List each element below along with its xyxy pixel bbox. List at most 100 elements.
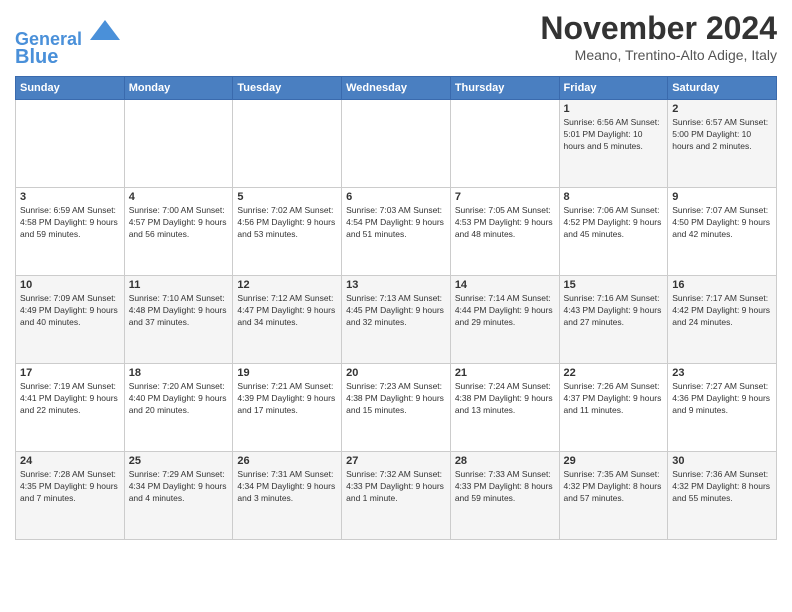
day-number: 28 <box>455 455 555 467</box>
day-number: 21 <box>455 367 555 379</box>
day-number: 25 <box>129 455 229 467</box>
day-info: Sunrise: 7:29 AM Sunset: 4:34 PM Dayligh… <box>129 469 229 505</box>
day-number: 16 <box>672 279 772 291</box>
day-cell: 17 Sunrise: 7:19 AM Sunset: 4:41 PM Dayli… <box>16 363 125 451</box>
day-cell <box>342 99 451 187</box>
logo: General Blue <box>15 15 120 68</box>
day-cell: 25 Sunrise: 7:29 AM Sunset: 4:34 PM Dayli… <box>124 451 233 539</box>
day-cell: 24Sunrise: 7:28 AM Sunset: 4:35 PM Dayli… <box>16 451 125 539</box>
day-cell: 16 Sunrise: 7:17 AM Sunset: 4:42 PM Dayli… <box>668 275 777 363</box>
page: General Blue November 2024 Meano, Trenti… <box>0 0 792 612</box>
calendar-header-row: SundayMondayTuesdayWednesdayThursdayFrid… <box>16 76 777 99</box>
day-info: Sunrise: 7:07 AM Sunset: 4:50 PM Dayligh… <box>672 205 772 241</box>
day-cell: 5 Sunrise: 7:02 AM Sunset: 4:56 PM Daylig… <box>233 187 342 275</box>
day-info: Sunrise: 6:57 AM Sunset: 5:00 PM Dayligh… <box>672 117 772 153</box>
day-info: Sunrise: 7:26 AM Sunset: 4:37 PM Dayligh… <box>564 381 664 417</box>
month-title: November 2024 <box>540 10 777 47</box>
day-info: Sunrise: 6:59 AM Sunset: 4:58 PM Dayligh… <box>20 205 120 241</box>
day-number: 20 <box>346 367 446 379</box>
day-info: Sunrise: 7:27 AM Sunset: 4:36 PM Dayligh… <box>672 381 772 417</box>
day-number: 10 <box>20 279 120 291</box>
day-cell: 22 Sunrise: 7:26 AM Sunset: 4:37 PM Dayli… <box>559 363 668 451</box>
col-header-saturday: Saturday <box>668 76 777 99</box>
day-info: Sunrise: 7:16 AM Sunset: 4:43 PM Dayligh… <box>564 293 664 329</box>
day-info: Sunrise: 7:19 AM Sunset: 4:41 PM Dayligh… <box>20 381 120 417</box>
calendar: SundayMondayTuesdayWednesdayThursdayFrid… <box>15 76 777 540</box>
day-cell: 27 Sunrise: 7:32 AM Sunset: 4:33 PM Dayli… <box>342 451 451 539</box>
day-cell: 9 Sunrise: 7:07 AM Sunset: 4:50 PM Daylig… <box>668 187 777 275</box>
day-info: Sunrise: 7:33 AM Sunset: 4:33 PM Dayligh… <box>455 469 555 505</box>
day-info: Sunrise: 7:00 AM Sunset: 4:57 PM Dayligh… <box>129 205 229 241</box>
day-number: 12 <box>237 279 337 291</box>
day-cell <box>450 99 559 187</box>
day-info: Sunrise: 7:02 AM Sunset: 4:56 PM Dayligh… <box>237 205 337 241</box>
day-cell: 30 Sunrise: 7:36 AM Sunset: 4:32 PM Dayli… <box>668 451 777 539</box>
day-number: 26 <box>237 455 337 467</box>
day-number: 2 <box>672 103 772 115</box>
day-info: Sunrise: 7:06 AM Sunset: 4:52 PM Dayligh… <box>564 205 664 241</box>
day-number: 9 <box>672 191 772 203</box>
location: Meano, Trentino-Alto Adige, Italy <box>540 47 777 63</box>
day-number: 19 <box>237 367 337 379</box>
day-number: 17 <box>20 367 120 379</box>
day-cell: 10Sunrise: 7:09 AM Sunset: 4:49 PM Dayli… <box>16 275 125 363</box>
day-info: Sunrise: 7:10 AM Sunset: 4:48 PM Dayligh… <box>129 293 229 329</box>
day-number: 6 <box>346 191 446 203</box>
day-cell: 3 Sunrise: 6:59 AM Sunset: 4:58 PM Daylig… <box>16 187 125 275</box>
day-number: 1 <box>564 103 664 115</box>
day-cell: 29 Sunrise: 7:35 AM Sunset: 4:32 PM Dayli… <box>559 451 668 539</box>
day-cell: 19 Sunrise: 7:21 AM Sunset: 4:39 PM Dayli… <box>233 363 342 451</box>
day-info: Sunrise: 7:05 AM Sunset: 4:53 PM Dayligh… <box>455 205 555 241</box>
week-row-1: 1 Sunrise: 6:56 AM Sunset: 5:01 PM Daylig… <box>16 99 777 187</box>
day-cell <box>124 99 233 187</box>
day-number: 8 <box>564 191 664 203</box>
day-number: 15 <box>564 279 664 291</box>
day-info: Sunrise: 7:31 AM Sunset: 4:34 PM Dayligh… <box>237 469 337 505</box>
day-info: Sunrise: 7:14 AM Sunset: 4:44 PM Dayligh… <box>455 293 555 329</box>
day-number: 30 <box>672 455 772 467</box>
week-row-2: 3 Sunrise: 6:59 AM Sunset: 4:58 PM Daylig… <box>16 187 777 275</box>
col-header-monday: Monday <box>124 76 233 99</box>
day-cell: 11 Sunrise: 7:10 AM Sunset: 4:48 PM Dayli… <box>124 275 233 363</box>
logo-icon <box>90 15 120 45</box>
day-cell: 8 Sunrise: 7:06 AM Sunset: 4:52 PM Daylig… <box>559 187 668 275</box>
day-number: 27 <box>346 455 446 467</box>
week-row-4: 17 Sunrise: 7:19 AM Sunset: 4:41 PM Dayli… <box>16 363 777 451</box>
day-info: Sunrise: 6:56 AM Sunset: 5:01 PM Dayligh… <box>564 117 664 153</box>
col-header-tuesday: Tuesday <box>233 76 342 99</box>
day-number: 23 <box>672 367 772 379</box>
day-cell: 7 Sunrise: 7:05 AM Sunset: 4:53 PM Daylig… <box>450 187 559 275</box>
day-info: Sunrise: 7:12 AM Sunset: 4:47 PM Dayligh… <box>237 293 337 329</box>
day-cell: 28 Sunrise: 7:33 AM Sunset: 4:33 PM Dayli… <box>450 451 559 539</box>
day-info: Sunrise: 7:23 AM Sunset: 4:38 PM Dayligh… <box>346 381 446 417</box>
day-info: Sunrise: 7:21 AM Sunset: 4:39 PM Dayligh… <box>237 381 337 417</box>
title-block: November 2024 Meano, Trentino-Alto Adige… <box>540 10 777 63</box>
day-info: Sunrise: 7:36 AM Sunset: 4:32 PM Dayligh… <box>672 469 772 505</box>
day-number: 7 <box>455 191 555 203</box>
day-number: 3 <box>20 191 120 203</box>
day-number: 18 <box>129 367 229 379</box>
day-cell: 2 Sunrise: 6:57 AM Sunset: 5:00 PM Daylig… <box>668 99 777 187</box>
day-number: 5 <box>237 191 337 203</box>
day-info: Sunrise: 7:20 AM Sunset: 4:40 PM Dayligh… <box>129 381 229 417</box>
day-cell: 20 Sunrise: 7:23 AM Sunset: 4:38 PM Dayli… <box>342 363 451 451</box>
day-number: 13 <box>346 279 446 291</box>
day-number: 22 <box>564 367 664 379</box>
day-cell <box>16 99 125 187</box>
day-cell: 4Sunrise: 7:00 AM Sunset: 4:57 PM Daylig… <box>124 187 233 275</box>
col-header-thursday: Thursday <box>450 76 559 99</box>
col-header-sunday: Sunday <box>16 76 125 99</box>
logo-text: General <box>15 15 120 50</box>
day-info: Sunrise: 7:35 AM Sunset: 4:32 PM Dayligh… <box>564 469 664 505</box>
day-cell: 12 Sunrise: 7:12 AM Sunset: 4:47 PM Dayli… <box>233 275 342 363</box>
day-number: 24 <box>20 455 120 467</box>
week-row-3: 10Sunrise: 7:09 AM Sunset: 4:49 PM Dayli… <box>16 275 777 363</box>
day-cell: 21 Sunrise: 7:24 AM Sunset: 4:38 PM Dayli… <box>450 363 559 451</box>
day-info: Sunrise: 7:24 AM Sunset: 4:38 PM Dayligh… <box>455 381 555 417</box>
col-header-friday: Friday <box>559 76 668 99</box>
day-number: 29 <box>564 455 664 467</box>
day-info: Sunrise: 7:32 AM Sunset: 4:33 PM Dayligh… <box>346 469 446 505</box>
day-cell: 6Sunrise: 7:03 AM Sunset: 4:54 PM Daylig… <box>342 187 451 275</box>
day-info: Sunrise: 7:17 AM Sunset: 4:42 PM Dayligh… <box>672 293 772 329</box>
day-number: 11 <box>129 279 229 291</box>
